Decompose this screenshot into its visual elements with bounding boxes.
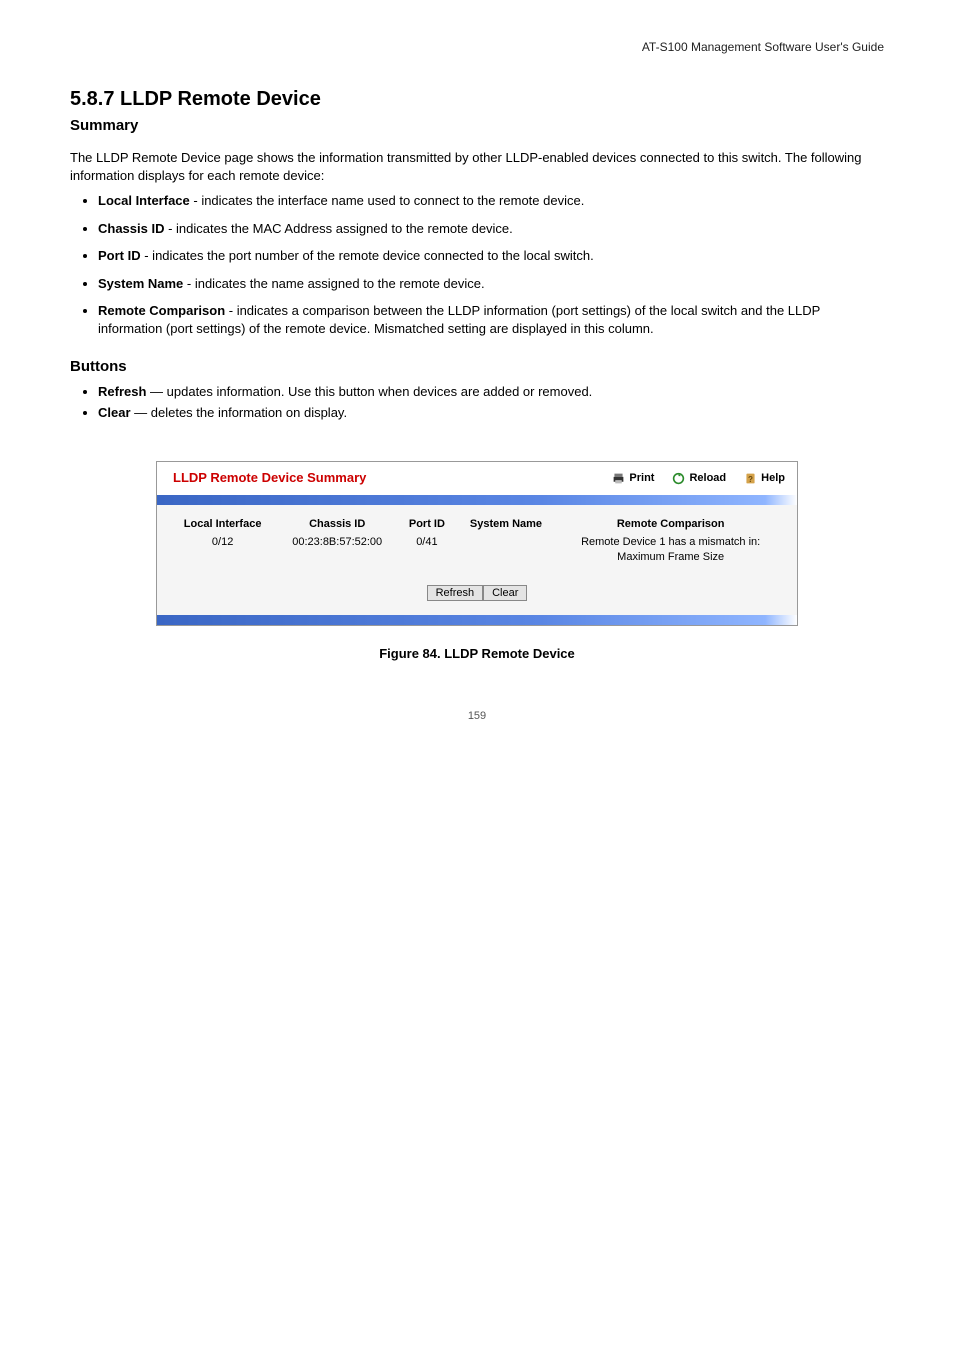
panel-title: LLDP Remote Device Summary	[173, 470, 612, 487]
col-system-name: System Name	[456, 515, 557, 533]
buttons-heading: Buttons	[70, 357, 884, 377]
print-button[interactable]: Print	[612, 471, 654, 485]
field-remote-comparison: Remote Comparison - indicates a comparis…	[98, 302, 884, 337]
field-desc: - indicates the MAC Address assigned to …	[164, 221, 512, 236]
button-text: — updates information. Use this button w…	[146, 384, 592, 399]
field-name: Chassis ID	[98, 221, 164, 236]
field-name: System Name	[98, 276, 183, 291]
rc-line1: Remote Device 1 has a mismatch in:	[562, 535, 779, 549]
field-list: Local Interface - indicates the interfac…	[70, 192, 884, 337]
cell-system-name	[456, 533, 557, 566]
field-name: Remote Comparison	[98, 303, 225, 318]
blue-separator-bottom	[157, 615, 797, 625]
field-local-interface: Local Interface - indicates the interfac…	[98, 192, 884, 210]
panel-actions: Print Reload ? Help	[612, 471, 785, 485]
field-name: Port ID	[98, 248, 141, 263]
field-name: Local Interface	[98, 193, 190, 208]
lldp-table: Local Interface Chassis ID Port ID Syste…	[169, 515, 785, 566]
field-port-id: Port ID - indicates the port number of t…	[98, 247, 884, 265]
field-system-name: System Name - indicates the name assigne…	[98, 275, 884, 293]
refresh-button[interactable]: Refresh	[427, 585, 484, 601]
button-text: — deletes the information on display.	[131, 405, 348, 420]
col-remote-comparison: Remote Comparison	[556, 515, 785, 533]
button-desc-clear: Clear — deletes the information on displ…	[98, 404, 884, 422]
col-port-id: Port ID	[398, 515, 455, 533]
field-desc: - indicates the port number of the remot…	[141, 248, 594, 263]
lldp-remote-panel: LLDP Remote Device Summary Print Reload	[156, 461, 798, 626]
section-number: 5.8.7 LLDP Remote Device	[70, 86, 884, 112]
table-area: Local Interface Chassis ID Port ID Syste…	[157, 505, 797, 615]
print-icon	[612, 472, 625, 485]
cell-chassis-id: 00:23:8B:57:52:00	[276, 533, 398, 566]
field-chassis-id: Chassis ID - indicates the MAC Address a…	[98, 220, 884, 238]
help-label: Help	[761, 471, 785, 485]
panel-button-row: RefreshClear	[169, 584, 785, 601]
section-subtitle: Summary	[70, 116, 884, 136]
page-number: 159	[70, 709, 884, 723]
col-chassis-id: Chassis ID	[276, 515, 398, 533]
panel-header: LLDP Remote Device Summary Print Reload	[157, 462, 797, 495]
print-label: Print	[629, 471, 654, 485]
svg-text:?: ?	[748, 475, 753, 484]
reload-label: Reload	[689, 471, 726, 485]
col-local-interface: Local Interface	[169, 515, 276, 533]
buttons-list: Refresh — updates information. Use this …	[70, 383, 884, 421]
book-title: AT-S100 Management Software User's Guide	[70, 40, 884, 56]
help-button[interactable]: ? Help	[744, 471, 785, 485]
blue-separator-top	[157, 495, 797, 505]
reload-icon	[672, 472, 685, 485]
field-desc: - indicates the interface name used to c…	[190, 193, 585, 208]
figure-caption: Figure 84. LLDP Remote Device	[70, 646, 884, 663]
section-intro: The LLDP Remote Device page shows the in…	[70, 149, 884, 184]
cell-port-id: 0/41	[398, 533, 455, 566]
button-name: Refresh	[98, 384, 146, 399]
button-desc-refresh: Refresh — updates information. Use this …	[98, 383, 884, 401]
button-name: Clear	[98, 405, 131, 420]
help-icon: ?	[744, 472, 757, 485]
table-row: 0/12 00:23:8B:57:52:00 0/41 Remote Devic…	[169, 533, 785, 566]
field-desc: - indicates the name assigned to the rem…	[183, 276, 484, 291]
rc-line2: Maximum Frame Size	[562, 550, 779, 564]
cell-remote-comparison: Remote Device 1 has a mismatch in: Maxim…	[556, 533, 785, 566]
reload-button[interactable]: Reload	[672, 471, 726, 485]
cell-local-interface: 0/12	[169, 533, 276, 566]
table-header-row: Local Interface Chassis ID Port ID Syste…	[169, 515, 785, 533]
clear-button[interactable]: Clear	[483, 585, 527, 601]
